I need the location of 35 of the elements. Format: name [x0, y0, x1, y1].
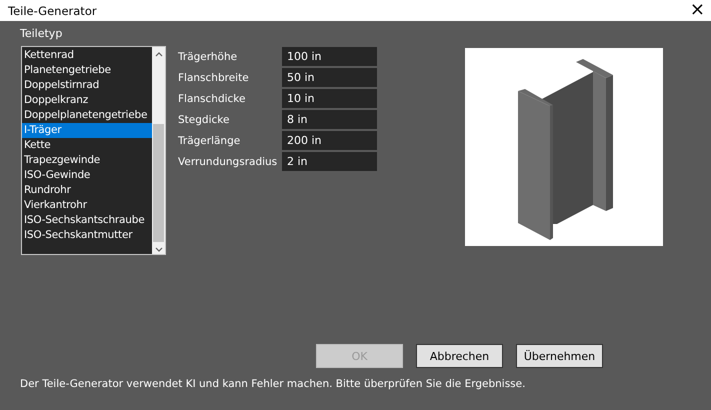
parameter-label: Flanschbreite: [178, 72, 250, 84]
disclaimer-text: Der Teile-Generator verwendet KI und kann Fehler machen. Bitte überprüfen Sie die Ergebnisse.: [20, 378, 526, 390]
list-item[interactable]: Kettenrad: [22, 48, 152, 63]
list-item[interactable]: ISO-Sechskantmutter: [22, 228, 152, 243]
parameter-label: Trägerlänge: [178, 134, 242, 146]
dialog-button[interactable]: Übernehmen: [516, 344, 603, 368]
dialog-button[interactable]: Abbrechen: [416, 344, 503, 368]
list-item[interactable]: ISO-Gewinde: [22, 168, 152, 183]
parameter-field[interactable]: 100 in: [282, 47, 377, 66]
scroll-thumb[interactable]: [153, 124, 164, 242]
list-item[interactable]: Kette: [22, 138, 152, 153]
parameter-field[interactable]: 2 in: [282, 152, 377, 171]
parameter-label: Flanschdicke: [178, 92, 246, 104]
scrollbar[interactable]: [152, 47, 165, 254]
list-item[interactable]: Vierkantrohr: [22, 198, 152, 213]
list-item[interactable]: I-Träger: [22, 123, 152, 138]
list-item[interactable]: Rundrohr: [22, 183, 152, 198]
parameter-label: Verrundungsradius: [178, 156, 278, 168]
parameter-field[interactable]: 200 in: [282, 131, 377, 150]
list-item[interactable]: ISO-Sechskantschraube: [22, 213, 152, 228]
scroll-down-icon[interactable]: [154, 247, 162, 252]
list-item[interactable]: Planetengetriebe: [22, 63, 152, 78]
list-item[interactable]: Doppelkranz: [22, 93, 152, 108]
list-item[interactable]: Doppelplanetengetriebe: [22, 108, 152, 123]
close-button[interactable]: ×: [684, 0, 711, 20]
parameter-field[interactable]: 50 in: [282, 68, 377, 87]
part-type-label: Teiletyp: [20, 27, 62, 40]
parameter-field[interactable]: 8 in: [282, 110, 377, 129]
parameter-field[interactable]: 10 in: [282, 89, 377, 108]
parameter-label: Trägerhöhe: [178, 50, 238, 62]
list-item[interactable]: Doppelstirnrad: [22, 78, 152, 93]
list-item[interactable]: Trapezgewinde: [22, 153, 152, 168]
window-title: Teile-Generator: [8, 4, 97, 18]
parameter-label: Stegdicke: [178, 114, 230, 126]
scroll-up-icon[interactable]: [154, 52, 162, 57]
